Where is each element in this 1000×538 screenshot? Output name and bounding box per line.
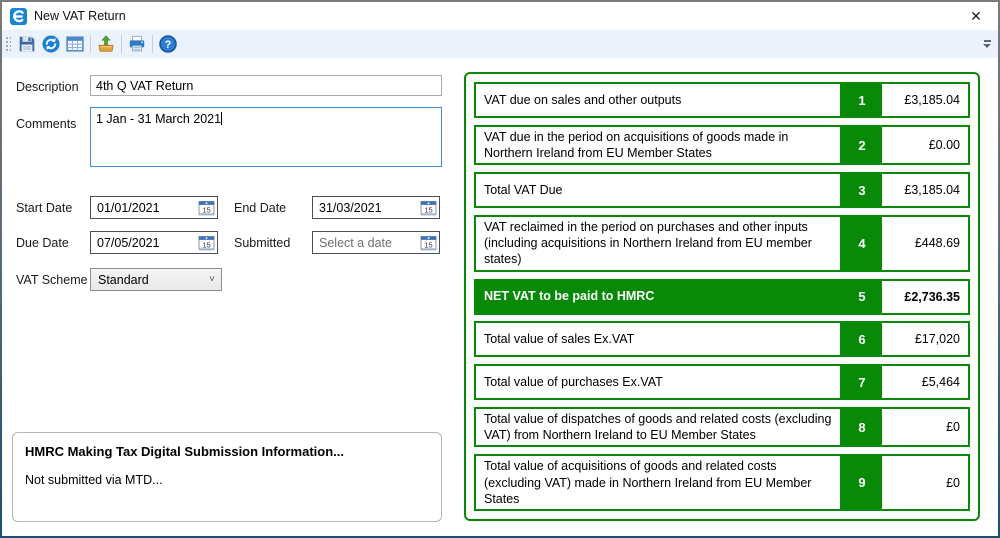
vat-box-number: 4 (842, 217, 882, 270)
hmrc-mtd-panel: HMRC Making Tax Digital Submission Infor… (12, 432, 442, 522)
export-button[interactable] (94, 32, 118, 56)
start-date-label: Start Date (16, 201, 72, 215)
description-input[interactable] (90, 75, 442, 96)
vat-row-label: Total value of sales Ex.VAT (476, 323, 842, 355)
end-date-input[interactable]: 31/03/2021 15 (312, 196, 440, 219)
submitted-date-input[interactable]: Select a date 15 (312, 231, 440, 254)
save-icon (18, 35, 36, 53)
vat-row-2: VAT due in the period on acquisitions of… (474, 125, 970, 166)
toolbar-separator (152, 35, 153, 53)
vat-scheme-label: VAT Scheme (16, 273, 88, 287)
toolbar-separator (121, 35, 122, 53)
vat-row-8: Total value of dispatches of goods and r… (474, 407, 970, 448)
vat-box-value: £3,185.04 (882, 84, 968, 116)
svg-text:?: ? (165, 39, 172, 51)
submitted-label: Submitted (234, 236, 290, 250)
vat-row-label: Total value of dispatches of goods and r… (476, 409, 842, 446)
calendar-icon[interactable]: 15 (195, 232, 217, 253)
vat-box-value: £0 (882, 456, 968, 509)
vat-box-value: £0.00 (882, 127, 968, 164)
calendar-icon[interactable]: 15 (195, 197, 217, 218)
export-icon (97, 35, 115, 53)
svg-text:15: 15 (202, 240, 210, 249)
save-button[interactable] (15, 32, 39, 56)
help-icon: ? (159, 35, 177, 53)
hmrc-mtd-status: Not submitted via MTD... (25, 473, 429, 487)
text-caret (221, 112, 222, 125)
calendar-icon[interactable]: 15 (417, 197, 439, 218)
vat-box-number: 2 (842, 127, 882, 164)
comments-text: 1 Jan - 31 March 2021 (96, 112, 221, 126)
comments-label: Comments (16, 117, 76, 131)
print-icon (128, 35, 146, 53)
table-button[interactable] (63, 32, 87, 56)
svg-text:15: 15 (424, 205, 432, 214)
calendar-icon[interactable]: 15 (417, 232, 439, 253)
content-area: Description Comments 1 Jan - 31 March 20… (2, 58, 998, 536)
vat-box-value: £3,185.04 (882, 174, 968, 206)
vat-row-label: VAT reclaimed in the period on purchases… (476, 217, 842, 270)
vat-box-number: 1 (842, 84, 882, 116)
vat-row-label: NET VAT to be paid to HMRC (476, 281, 842, 313)
vat-box-value: £17,020 (882, 323, 968, 355)
toolbar-separator (90, 35, 91, 53)
vat-row-4: VAT reclaimed in the period on purchases… (474, 215, 970, 272)
refresh-button[interactable] (39, 32, 63, 56)
description-label: Description (16, 80, 79, 94)
page-title: New VAT Return (34, 9, 962, 23)
toolbar-overflow-button[interactable] (980, 34, 994, 54)
vat-boxes-panel: VAT due on sales and other outputs 1 £3,… (464, 72, 980, 521)
vat-row-label: Total VAT Due (476, 174, 842, 206)
vat-row-1: VAT due on sales and other outputs 1 £3,… (474, 82, 970, 118)
vat-row-5-net-vat: NET VAT to be paid to HMRC 5 £2,736.35 (474, 279, 970, 315)
start-date-input[interactable]: 01/01/2021 15 (90, 196, 218, 219)
comments-input[interactable]: 1 Jan - 31 March 2021 (90, 107, 442, 167)
title-bar: New VAT Return ✕ (2, 2, 998, 30)
vat-box-number: 9 (842, 456, 882, 509)
vat-box-number: 6 (842, 323, 882, 355)
vat-row-7: Total value of purchases Ex.VAT 7 £5,464 (474, 364, 970, 400)
print-button[interactable] (125, 32, 149, 56)
due-date-input[interactable]: 07/05/2021 15 (90, 231, 218, 254)
table-icon (66, 35, 84, 53)
svg-text:15: 15 (424, 240, 432, 249)
vat-box-number: 8 (842, 409, 882, 446)
vat-box-number: 5 (842, 281, 882, 313)
vat-row-3: Total VAT Due 3 £3,185.04 (474, 172, 970, 208)
vat-box-value: £2,736.35 (882, 281, 968, 313)
svg-text:15: 15 (202, 205, 210, 214)
app-logo-icon (10, 8, 27, 25)
vat-row-9: Total value of acquisitions of goods and… (474, 454, 970, 511)
vat-scheme-select[interactable]: Standard ˅ (90, 268, 222, 291)
vat-box-value: £448.69 (882, 217, 968, 270)
vat-box-number: 3 (842, 174, 882, 206)
help-button[interactable]: ? (156, 32, 180, 56)
refresh-icon (42, 35, 60, 53)
close-icon[interactable]: ✕ (962, 8, 990, 25)
vat-box-value: £5,464 (882, 366, 968, 398)
vat-box-number: 7 (842, 366, 882, 398)
due-date-label: Due Date (16, 236, 69, 250)
vat-row-label: VAT due on sales and other outputs (476, 84, 842, 116)
window-frame: New VAT Return ✕ (0, 0, 1000, 538)
new-vat-return-window: New VAT Return ✕ (2, 2, 998, 536)
vat-row-label: Total value of purchases Ex.VAT (476, 366, 842, 398)
vat-row-label: Total value of acquisitions of goods and… (476, 456, 842, 509)
vat-box-value: £0 (882, 409, 968, 446)
hmrc-mtd-title: HMRC Making Tax Digital Submission Infor… (25, 444, 429, 459)
end-date-label: End Date (234, 201, 286, 215)
vat-row-6: Total value of sales Ex.VAT 6 £17,020 (474, 321, 970, 357)
vat-row-label: VAT due in the period on acquisitions of… (476, 127, 842, 164)
toolbar: ? (2, 30, 998, 58)
toolbar-grip[interactable] (4, 35, 11, 53)
chevron-down-icon: ˅ (203, 274, 221, 285)
